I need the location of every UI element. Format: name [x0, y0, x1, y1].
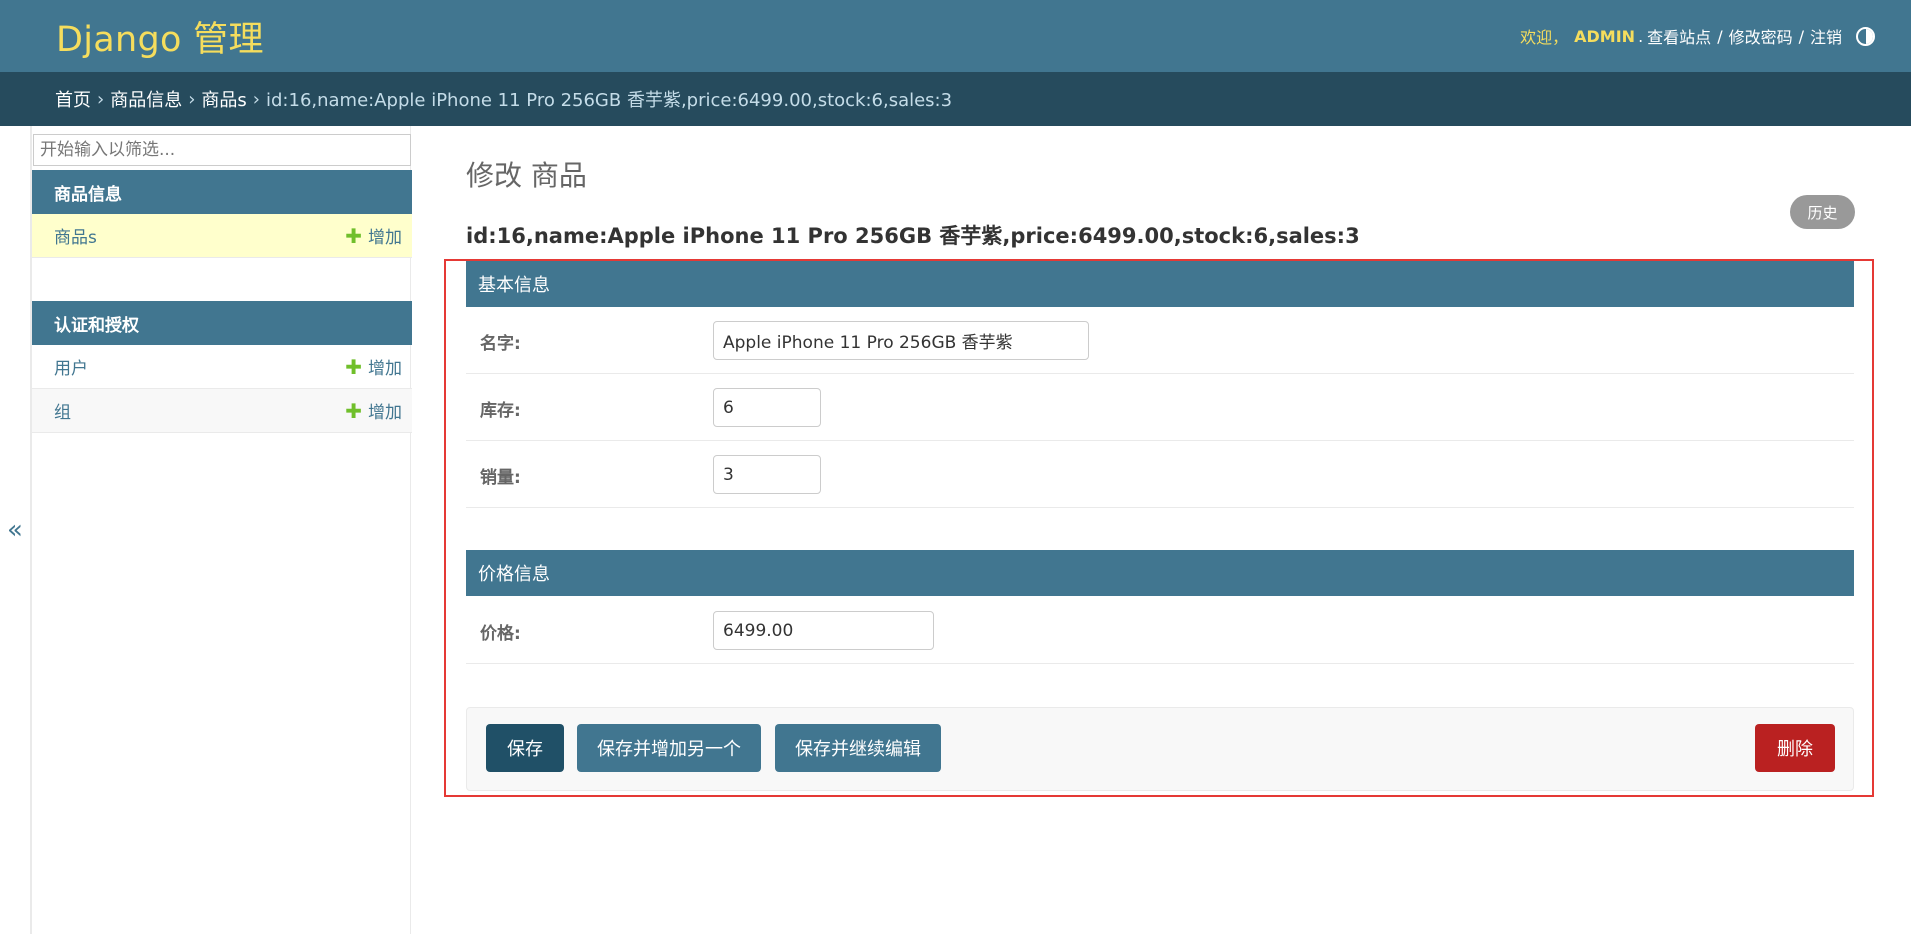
breadcrumb: 首页 › 商品信息 › 商品s › id:16,name:Apple iPhon… [0, 72, 1911, 126]
breadcrumb-current: id:16,name:Apple iPhone 11 Pro 256GB 香芋紫… [266, 90, 953, 111]
breadcrumb-arrow: › [188, 88, 196, 110]
plus-icon: ✚ [345, 354, 362, 379]
fieldset-caption-price: 价格信息 [466, 550, 1854, 596]
breadcrumb-home-link[interactable]: 首页 [55, 86, 91, 112]
site-name-link[interactable]: Django 管理 [56, 11, 264, 62]
form-row-stock: 库存: [466, 374, 1854, 441]
page-title: 修改 商品 [466, 159, 587, 192]
submit-row: 保存 保存并增加另一个 保存并继续编辑 删除 [466, 707, 1854, 791]
object-title: id:16,name:Apple iPhone 11 Pro 256GB 香芋紫… [466, 224, 1360, 248]
app-caption-auth[interactable]: 认证和授权 [32, 301, 412, 345]
form-row-name: 名字: [466, 307, 1854, 374]
breadcrumb-app-link[interactable]: 商品信息 [110, 86, 182, 112]
sidebar-item-groups-link[interactable]: 组 [54, 398, 71, 423]
view-site-link[interactable]: 查看站点 [1647, 24, 1711, 48]
nav-filter-input[interactable] [33, 134, 411, 166]
price-input[interactable] [713, 611, 934, 650]
site-header: Django 管理 欢迎， ADMIN . 查看站点 / 修改密码 / 注销 [0, 0, 1911, 72]
separator: / [1798, 26, 1804, 46]
sales-label: 销量: [480, 468, 521, 488]
price-label: 价格: [480, 624, 521, 644]
breadcrumb-arrow: › [97, 88, 105, 110]
add-group-link[interactable]: ✚ 增加 [345, 398, 402, 424]
history-button[interactable]: 历史 [1790, 195, 1855, 229]
breadcrumb-arrow: › [252, 88, 260, 110]
save-and-add-another-button[interactable]: 保存并增加另一个 [577, 724, 761, 772]
app-caption-products[interactable]: 商品信息 [32, 170, 412, 214]
separator: / [1717, 26, 1723, 46]
fieldset-caption-basic: 基本信息 [466, 261, 1854, 307]
toggle-nav-sidebar-button[interactable]: « [0, 126, 31, 934]
stock-label: 库存: [480, 401, 521, 421]
form-row-price: 价格: [466, 596, 1854, 664]
logout-link[interactable]: 注销 [1810, 24, 1842, 48]
plus-icon: ✚ [345, 223, 362, 248]
save-button[interactable]: 保存 [486, 724, 564, 772]
user-tools: 欢迎， ADMIN . 查看站点 / 修改密码 / 注销 [1520, 24, 1875, 48]
welcome-text: 欢迎， [1520, 28, 1569, 47]
app-module-auth: 认证和授权 用户 ✚ 增加 组 ✚ 增加 [32, 301, 412, 433]
change-password-link[interactable]: 修改密码 [1729, 24, 1793, 48]
name-input[interactable] [713, 321, 1089, 360]
breadcrumb-model-link[interactable]: 商品s [201, 86, 246, 112]
save-and-continue-button[interactable]: 保存并继续编辑 [775, 724, 941, 772]
sidebar-item-products: 商品s ✚ 增加 [32, 214, 412, 258]
sales-input[interactable] [713, 455, 821, 494]
app-module-products: 商品信息 商品s ✚ 增加 [32, 170, 412, 258]
sidebar-item-products-link[interactable]: 商品s [54, 223, 97, 248]
delete-button[interactable]: 删除 [1755, 724, 1835, 772]
add-link-label: 增加 [368, 403, 402, 423]
plus-icon: ✚ [345, 398, 362, 423]
add-user-link[interactable]: ✚ 增加 [345, 354, 402, 380]
form-row-sales: 销量: [466, 441, 1854, 508]
add-link-label: 增加 [368, 228, 402, 248]
stock-input[interactable] [713, 388, 821, 427]
sidebar-item-users: 用户 ✚ 增加 [32, 345, 412, 389]
theme-toggle-icon[interactable] [1856, 26, 1875, 46]
username-period: . [1638, 26, 1644, 46]
add-link-label: 增加 [368, 359, 402, 379]
name-label: 名字: [480, 334, 521, 354]
add-product-link[interactable]: ✚ 增加 [345, 223, 402, 249]
sidebar-item-groups: 组 ✚ 增加 [32, 389, 412, 433]
nav-sidebar: 商品信息 商品s ✚ 增加 认证和授权 用户 ✚ 增加 组 ✚ 增加 [31, 126, 412, 934]
username: ADMIN [1574, 26, 1636, 46]
sidebar-item-users-link[interactable]: 用户 [54, 354, 88, 379]
